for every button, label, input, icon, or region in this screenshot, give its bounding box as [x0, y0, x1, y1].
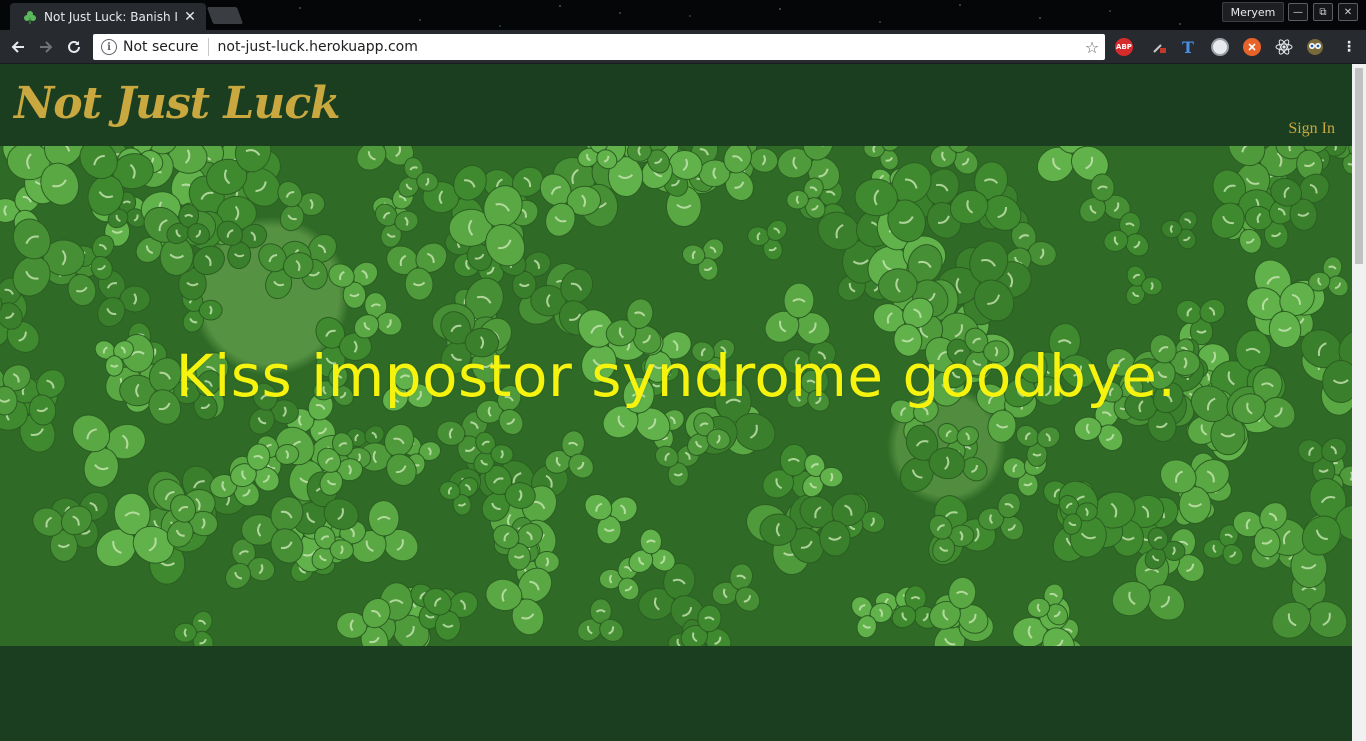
site-header: Not Just Luck Sign In — [0, 64, 1352, 146]
orange-extension-icon[interactable] — [1243, 38, 1261, 56]
forward-icon[interactable] — [34, 35, 58, 59]
site-logo[interactable]: Not Just Luck — [14, 78, 341, 129]
browser-tab[interactable]: Not Just Luck: Banish Im ✕ — [10, 3, 206, 30]
clover-icon — [22, 9, 38, 25]
bookmark-star-icon[interactable]: ☆ — [1079, 38, 1105, 57]
reload-icon[interactable] — [62, 35, 86, 59]
white-circle-icon[interactable] — [1211, 38, 1229, 56]
new-tab-button[interactable] — [206, 7, 244, 24]
menu-kebab-icon[interactable]: ⋮ — [1340, 38, 1358, 56]
eyedropper-icon[interactable] — [1150, 38, 1168, 56]
maximize-button[interactable]: ⧉ — [1313, 3, 1333, 21]
sign-in-link[interactable]: Sign In — [1288, 120, 1335, 138]
page-scrollbar[interactable] — [1352, 64, 1366, 741]
page-body — [0, 646, 1352, 741]
owl-extension-icon[interactable] — [1306, 38, 1324, 56]
adblock-plus-icon[interactable]: ABP — [1115, 38, 1133, 56]
security-label: Not secure — [123, 39, 199, 55]
close-window-button[interactable]: ✕ — [1338, 3, 1358, 21]
info-icon[interactable]: i — [101, 39, 117, 55]
back-icon[interactable] — [6, 35, 30, 59]
tab-title: Not Just Luck: Banish Im — [44, 9, 178, 24]
page-viewport: Not Just Luck Sign In Kiss impostor synd… — [0, 64, 1352, 741]
url-text[interactable]: not-just-luck.herokuapp.com — [218, 39, 1079, 55]
browser-toolbar: i Not secure not-just-luck.herokuapp.com… — [0, 30, 1366, 64]
divider — [207, 38, 209, 56]
hero-heading: Kiss impostor syndrome goodbye. — [175, 342, 1177, 410]
tampermonkey-icon[interactable]: T — [1179, 38, 1197, 57]
profile-button[interactable]: Meryem — [1222, 2, 1284, 22]
close-tab-icon[interactable]: ✕ — [182, 9, 198, 25]
address-bar[interactable]: i Not secure not-just-luck.herokuapp.com… — [93, 34, 1105, 60]
react-devtools-icon[interactable] — [1275, 38, 1293, 56]
hero-banner: Kiss impostor syndrome goodbye. — [0, 146, 1352, 646]
minimize-button[interactable]: — — [1288, 3, 1308, 21]
browser-titlebar: Not Just Luck: Banish Im ✕ Meryem — ⧉ ✕ — [0, 0, 1366, 30]
scrollbar-thumb[interactable] — [1355, 68, 1363, 264]
